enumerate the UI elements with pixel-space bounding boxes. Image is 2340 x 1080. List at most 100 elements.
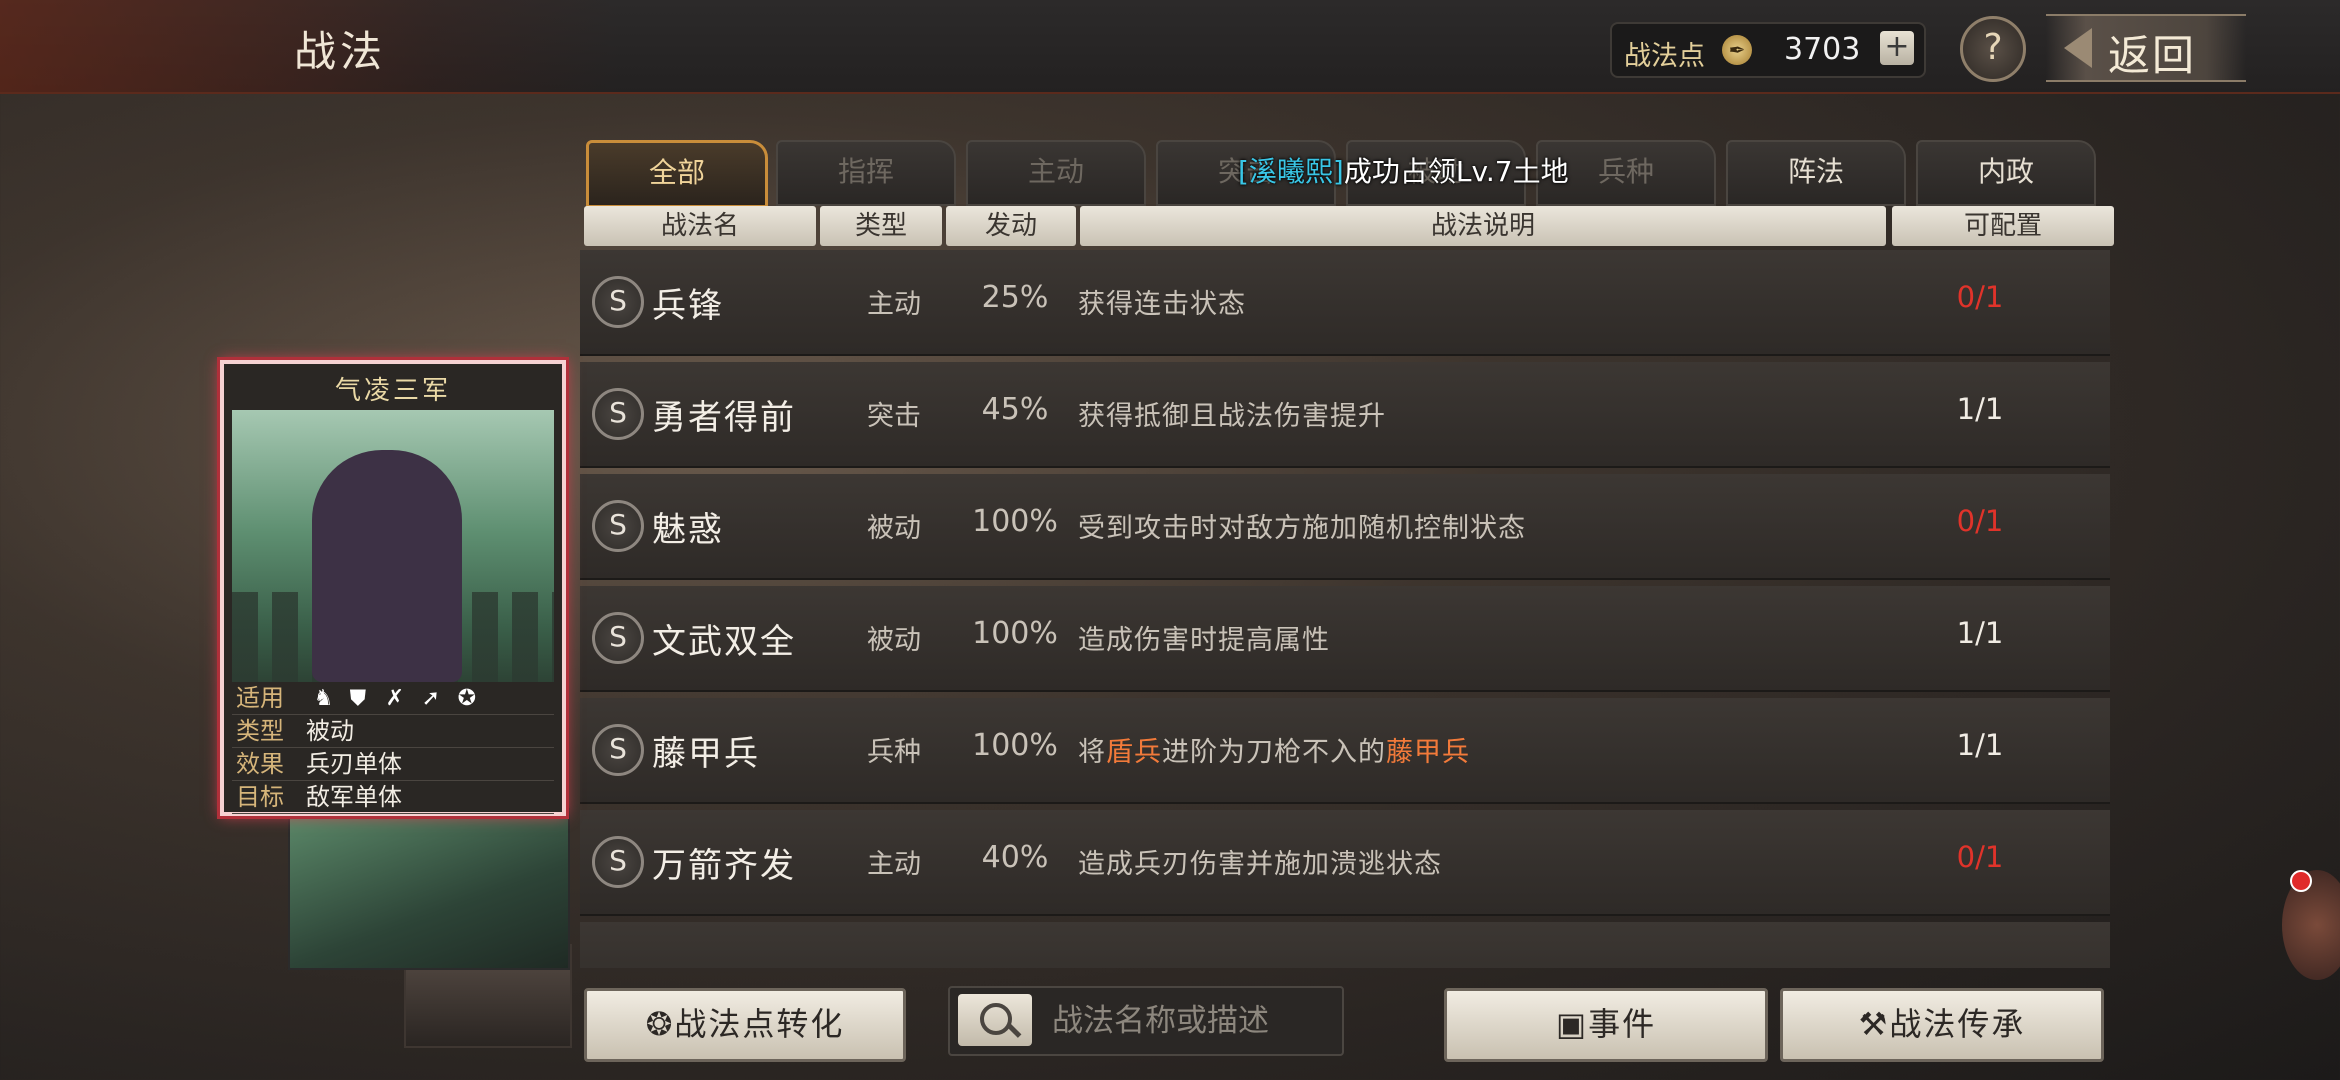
table-row[interactable]: S 藤甲兵 兵种 100% 将盾兵进阶为刀枪不入的藤甲兵 1/1 bbox=[580, 698, 2110, 804]
tactic-desc: 受到攻击时对敌方施加随机控制状态 bbox=[1078, 513, 1526, 544]
desc-highlight: 藤甲兵 bbox=[1386, 737, 1470, 768]
general-silhouette-art bbox=[312, 450, 462, 682]
tab-active[interactable]: 主动 bbox=[966, 140, 1146, 206]
tactic-type: 主动 bbox=[867, 289, 921, 320]
card-effect-value: 兵刃单体 bbox=[306, 750, 402, 778]
broadcast-notice: [溪曦熙]成功占领Lv.7土地 bbox=[1238, 150, 1569, 190]
card-use-label: 适用 bbox=[236, 684, 284, 712]
search-input[interactable] bbox=[1050, 996, 1334, 1046]
search-box[interactable] bbox=[948, 986, 1344, 1056]
card-target-value: 敌军单体 bbox=[306, 783, 402, 811]
notice-player: [溪曦熙] bbox=[1238, 155, 1344, 188]
tactic-rate: 40% bbox=[981, 840, 1049, 875]
tactic-name: 万箭齐发 bbox=[652, 846, 796, 886]
side-chest-button[interactable] bbox=[2282, 870, 2340, 980]
back-arrow-icon bbox=[2064, 28, 2092, 68]
desc-highlight: 盾兵 bbox=[1106, 737, 1162, 768]
card-target-label: 目标 bbox=[236, 783, 284, 811]
card-type-row: 类型 被动 bbox=[232, 715, 554, 748]
tactic-card[interactable]: 气凌三军 适用 ♞ ⛊ ✗ ➚ ✪ 类型 被动 效果 兵刃单体 目标 敌军单体 bbox=[220, 360, 566, 816]
card-type-value: 被动 bbox=[306, 717, 354, 745]
siege-icon: ✪ bbox=[457, 686, 477, 711]
tactic-type: 主动 bbox=[867, 849, 921, 880]
add-points-button[interactable]: + bbox=[1880, 31, 1914, 65]
help-button[interactable]: ? bbox=[1960, 16, 2026, 82]
table-row[interactable]: S 万箭齐发 主动 40% 造成兵刃伤害并施加溃逃状态 0/1 bbox=[580, 810, 2110, 916]
tactic-config: 0/1 bbox=[1956, 280, 2004, 314]
tactic-name: 藤甲兵 bbox=[652, 734, 760, 774]
tactic-name: 勇者得前 bbox=[652, 398, 796, 438]
tab-all[interactable]: 全部 bbox=[586, 140, 768, 208]
quill-icon: ✒ bbox=[1722, 35, 1752, 65]
inherit-label: 战法传承 bbox=[1889, 1005, 2026, 1043]
grade-s-icon: S bbox=[592, 388, 644, 440]
tactic-name: 兵锋 bbox=[652, 286, 724, 326]
top-bar: 战法 战法点 ✒ 3703 + ? 返回 bbox=[0, 0, 2340, 94]
col-header-rate[interactable]: 发动 bbox=[946, 206, 1076, 246]
tactic-type: 被动 bbox=[867, 513, 921, 544]
tactic-name: 魅惑 bbox=[652, 510, 724, 550]
tactic-name: 文武双全 bbox=[652, 622, 796, 662]
card-target-row: 目标 敌军单体 bbox=[232, 781, 554, 814]
hammer-icon: ⚒ bbox=[1858, 1005, 1890, 1043]
tactic-rate: 45% bbox=[981, 392, 1049, 427]
card-effect-label: 效果 bbox=[236, 750, 284, 778]
tactics-list[interactable]: S 兵锋 主动 25% 获得连击状态 0/1 S 勇者得前 突击 45% 获得抵… bbox=[580, 250, 2110, 968]
table-row[interactable]: S 兵锋 主动 25% 获得连击状态 0/1 bbox=[580, 250, 2110, 356]
tactic-config: 1/1 bbox=[1956, 616, 2004, 650]
card-effect-row: 效果 兵刃单体 bbox=[232, 748, 554, 781]
notification-dot bbox=[2290, 870, 2312, 892]
desc-part: 将 bbox=[1078, 737, 1106, 768]
card-use-row: 适用 ♞ ⛊ ✗ ➚ ✪ bbox=[232, 682, 554, 715]
card-art bbox=[232, 410, 554, 682]
grade-s-icon: S bbox=[592, 612, 644, 664]
tactic-desc: 将盾兵进阶为刀枪不入的藤甲兵 bbox=[1078, 730, 1470, 769]
tactic-desc: 造成伤害时提高属性 bbox=[1078, 625, 1330, 656]
tab-formation[interactable]: 阵法 bbox=[1726, 140, 1906, 206]
tactic-points-value: 3703 bbox=[1784, 32, 1861, 67]
cavalry-icon: ♞ bbox=[313, 686, 334, 711]
tactic-desc: 造成兵刃伤害并施加溃逃状态 bbox=[1078, 849, 1442, 880]
grade-s-icon: S bbox=[592, 500, 644, 552]
table-row[interactable]: S 魅惑 被动 100% 受到攻击时对敌方施加随机控制状态 0/1 bbox=[580, 474, 2110, 580]
tactic-rate: 25% bbox=[981, 280, 1049, 315]
table-row[interactable]: S 文武双全 被动 100% 造成伤害时提高属性 1/1 bbox=[580, 586, 2110, 692]
convert-label: 战法点转化 bbox=[674, 1005, 845, 1043]
col-header-config[interactable]: 可配置 bbox=[1892, 206, 2114, 246]
inherit-button[interactable]: ⚒战法传承 bbox=[1780, 988, 2104, 1062]
tactic-points-panel: 战法点 ✒ 3703 + bbox=[1610, 22, 1926, 78]
spear-icon: ➚ bbox=[421, 686, 441, 711]
table-row[interactable]: S 勇者得前 突击 45% 获得抵御且战法伤害提升 1/1 bbox=[580, 362, 2110, 468]
tactic-type: 被动 bbox=[867, 625, 921, 656]
tactic-rate: 100% bbox=[972, 504, 1058, 539]
tab-command[interactable]: 指挥 bbox=[776, 140, 956, 206]
back-label: 返回 bbox=[2108, 31, 2197, 80]
desc-part: 进阶为刀枪不入的 bbox=[1162, 737, 1386, 768]
notice-text: 成功占领Lv.7土地 bbox=[1343, 155, 1569, 188]
table-row[interactable] bbox=[580, 922, 2110, 968]
shield-icon: ⛊ bbox=[349, 686, 367, 711]
col-header-name[interactable]: 战法名 bbox=[584, 206, 816, 246]
card-type-label: 类型 bbox=[236, 717, 284, 745]
tab-internal[interactable]: 内政 bbox=[1916, 140, 2096, 206]
bow-icon: ✗ bbox=[385, 686, 405, 711]
card-stack-middle bbox=[288, 808, 570, 970]
grade-s-icon: S bbox=[592, 276, 644, 328]
grade-s-icon: S bbox=[592, 836, 644, 888]
tactic-config: 0/1 bbox=[1956, 504, 2004, 538]
tactic-config: 1/1 bbox=[1956, 392, 2004, 426]
tactic-config: 0/1 bbox=[1956, 840, 2004, 874]
card-title: 气凌三军 bbox=[334, 376, 451, 406]
tactic-points-label: 战法点 bbox=[1624, 41, 1705, 72]
event-label: 事件 bbox=[1588, 1005, 1657, 1043]
page-title: 战法 bbox=[294, 27, 387, 76]
tactic-config: 1/1 bbox=[1956, 728, 2004, 762]
event-button[interactable]: ▣事件 bbox=[1444, 988, 1768, 1062]
col-header-type[interactable]: 类型 bbox=[820, 206, 942, 246]
search-icon[interactable] bbox=[958, 994, 1032, 1046]
back-button[interactable]: 返回 bbox=[2046, 14, 2246, 82]
flame-icon: ❂ bbox=[645, 1005, 675, 1043]
tactic-desc: 获得连击状态 bbox=[1078, 289, 1246, 320]
convert-points-button[interactable]: ❂战法点转化 bbox=[584, 988, 906, 1062]
card-info: 适用 ♞ ⛊ ✗ ➚ ✪ 类型 被动 效果 兵刃单体 目标 敌军单体 bbox=[232, 682, 554, 814]
